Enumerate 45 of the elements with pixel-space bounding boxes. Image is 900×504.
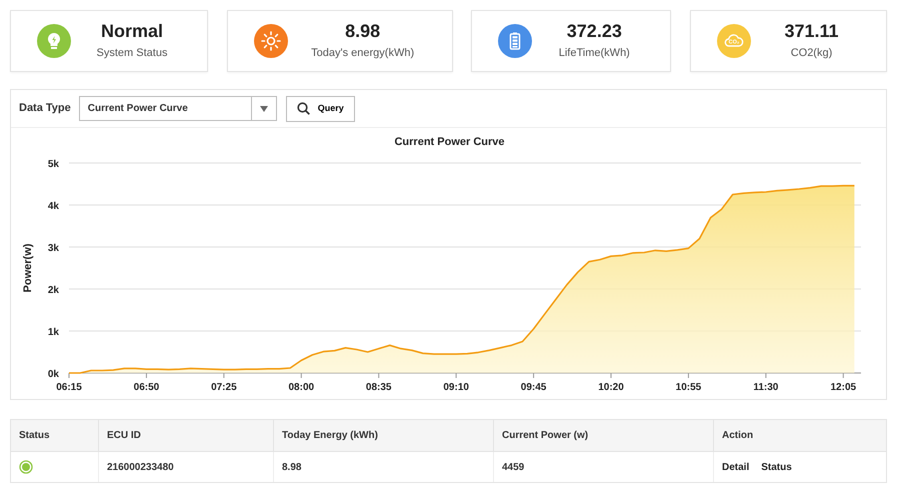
y-tick-label: 2k — [48, 285, 59, 296]
x-tick-label: 12:05 — [830, 382, 856, 393]
x-tick-label: 10:20 — [598, 382, 624, 393]
y-tick-label: 3k — [48, 243, 59, 254]
y-axis-title: Power(w) — [22, 244, 34, 292]
column-header: ECU ID — [99, 420, 274, 452]
x-tick-label: 07:25 — [211, 382, 237, 393]
stat-value: Normal — [100, 20, 163, 44]
data-type-select[interactable]: Current Power Curve — [78, 96, 277, 121]
x-tick-label: 09:10 — [443, 382, 469, 393]
stat-value: 371.11 — [784, 20, 838, 44]
column-header: Today Energy (kWh) — [274, 420, 494, 452]
search-icon — [296, 102, 310, 115]
column-header: Status — [11, 420, 99, 452]
x-tick-label: 10:55 — [676, 382, 702, 393]
y-tick-label: 1k — [48, 327, 59, 338]
table-cell-text: 216000233480 — [107, 460, 174, 474]
chart-title: Current Power Curve — [394, 136, 505, 148]
data-type-label: Data Type — [19, 101, 71, 116]
x-tick-label: 11:30 — [753, 382, 778, 393]
query-button[interactable]: Query — [286, 96, 355, 122]
action-link[interactable]: Detail — [722, 460, 750, 474]
y-tick-label: 5k — [48, 159, 59, 170]
x-tick-label: 08:35 — [366, 382, 392, 393]
column-header: Action — [714, 420, 886, 452]
stat-value: 8.98 — [345, 20, 380, 44]
x-tick-label: 06:15 — [56, 382, 82, 393]
action-link[interactable]: Status — [761, 460, 792, 474]
column-header: Current Power (w) — [494, 420, 714, 452]
sun-icon — [254, 24, 288, 58]
stat-label: System Status — [96, 46, 168, 62]
x-tick-label: 06:50 — [134, 382, 160, 393]
x-tick-label: 09:45 — [520, 382, 546, 393]
table-cell-text: 4459 — [502, 460, 524, 474]
stat-value: 372.23 — [566, 20, 622, 44]
y-tick-label: 0k — [48, 369, 59, 380]
x-tick-label: 08:00 — [288, 382, 314, 393]
stat-label: LifeTime(kWh) — [558, 46, 630, 62]
stat-label: CO2(kg) — [790, 46, 832, 62]
caret-icon — [260, 106, 268, 112]
y-tick-label: 4k — [48, 201, 59, 212]
stat-label: Today's energy(kWh) — [311, 46, 414, 62]
table-cell-text: 8.98 — [282, 460, 302, 474]
battery-icon — [498, 24, 532, 58]
lightbulb-icon — [37, 24, 71, 58]
